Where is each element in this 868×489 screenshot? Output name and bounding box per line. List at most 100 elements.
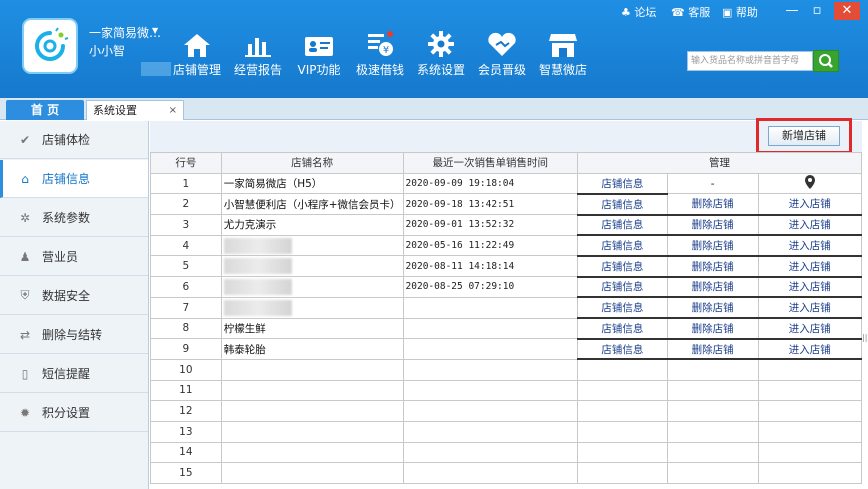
close-window-button[interactable]: ✕ xyxy=(834,2,860,20)
empty-cell xyxy=(402,358,579,381)
enter-store-link[interactable]: 进入店铺 xyxy=(757,276,863,299)
nav-shop-management[interactable]: 店铺管理 xyxy=(172,26,222,82)
table-row[interactable]: 7 店铺信息 删除店铺 进入店铺 xyxy=(150,296,863,319)
store-info-link[interactable]: 店铺信息 xyxy=(577,234,668,257)
sidebar-item-store-info[interactable]: ⌂ 店铺信息 xyxy=(0,160,148,198)
nav-label: 极速借钱 xyxy=(355,63,404,77)
table-row[interactable]: 6 2020-08-25 07:29:10 店铺信息 删除店铺 进入店铺 xyxy=(150,276,863,299)
row-number: 8 xyxy=(150,317,222,340)
shield-icon: ⛨ xyxy=(20,288,30,302)
nav-business-report[interactable]: 经营报告 xyxy=(233,26,283,82)
scrollbar-grip[interactable]: ||| xyxy=(862,333,868,345)
store-info-link[interactable]: 店铺信息 xyxy=(577,317,668,340)
sidebar-item-system-params[interactable]: ✲ 系统参数 xyxy=(0,199,148,237)
row-number: 15 xyxy=(150,462,222,484)
sidebar-item-points-settings[interactable]: ✹ 积分设置 xyxy=(0,394,148,432)
delete-store-link[interactable]: 删除店铺 xyxy=(666,193,759,216)
empty-cell xyxy=(757,441,863,464)
delete-store-link[interactable]: 删除店铺 xyxy=(666,255,759,278)
tab-system-settings[interactable]: 系统设置 × xyxy=(86,100,184,120)
nav-smart-store[interactable]: 智慧微店 xyxy=(537,26,589,82)
phone-icon: ▯ xyxy=(21,366,29,381)
sidebar-item-sms-reminder[interactable]: ▯ 短信提醒 xyxy=(0,355,148,393)
empty-cell xyxy=(220,462,404,484)
store-info-link[interactable]: 店铺信息 xyxy=(577,296,668,319)
delete-store-link[interactable]: 删除店铺 xyxy=(666,276,759,299)
table-row[interactable]: 9 韩泰轮胎 店铺信息 删除店铺 进入店铺 xyxy=(150,338,863,361)
enter-store-link[interactable]: 进入店铺 xyxy=(757,234,863,257)
help-link[interactable]: ▣ 帮助 xyxy=(722,4,758,20)
blur-mask xyxy=(223,258,292,275)
enter-store-link[interactable]: 进入店铺 xyxy=(757,193,863,216)
enter-store-link[interactable]: 进入店铺 xyxy=(757,214,863,237)
tab-close-icon[interactable]: × xyxy=(169,101,177,121)
sidebar-item-store-check[interactable]: ✔ 店铺体检 xyxy=(0,121,148,159)
enter-store-link[interactable]: 进入店铺 xyxy=(757,255,863,278)
sidebar-item-data-security[interactable]: ⛨ 数据安全 xyxy=(0,277,148,315)
table-row-empty: 14 xyxy=(150,441,863,464)
delete-store-link[interactable]: 删除店铺 xyxy=(666,317,759,340)
table-row[interactable]: 2 小智慧便利店（小程序+微信会员卡） 2020-09-18 13:42:51 店铺信… xyxy=(150,193,863,216)
minimize-button[interactable]: — xyxy=(781,2,803,20)
table-row-empty: 10 xyxy=(150,358,863,381)
empty-cell xyxy=(402,379,579,402)
store-info-link[interactable]: 店铺信息 xyxy=(577,338,668,361)
store-name: 一家简易微店（H5） xyxy=(220,172,404,195)
bar-chart-icon xyxy=(245,38,271,57)
store-name-blurred xyxy=(220,296,404,319)
forum-link[interactable]: ♣ 论坛 xyxy=(621,4,656,20)
store-name: 柠檬生鲜 xyxy=(220,317,404,340)
store-info-link[interactable]: 店铺信息 xyxy=(577,276,668,299)
table-row[interactable]: 8 柠檬生鲜 店铺信息 删除店铺 进入店铺 xyxy=(150,317,863,340)
empty-cell xyxy=(666,358,759,381)
store-info-link[interactable]: 店铺信息 xyxy=(577,255,668,278)
table-row-empty: 13 xyxy=(150,420,863,443)
delete-store-link[interactable]: 删除店铺 xyxy=(666,214,759,237)
store-info-link[interactable]: 店铺信息 xyxy=(577,214,668,237)
service-link[interactable]: ☎ 客服 xyxy=(671,4,710,20)
row-number: 13 xyxy=(150,420,222,443)
empty-cell xyxy=(666,462,759,484)
nav-member-upgrade[interactable]: 会员晋级 xyxy=(476,26,528,82)
nav-system-settings[interactable]: 系统设置 xyxy=(415,26,467,82)
last-sale-time xyxy=(402,296,579,319)
empty-cell xyxy=(666,400,759,422)
product-search-input[interactable] xyxy=(687,51,813,71)
delete-store-link[interactable]: 删除店铺 xyxy=(666,296,759,319)
current-store-marker xyxy=(757,172,863,195)
enter-store-link[interactable]: 进入店铺 xyxy=(757,296,863,319)
row-number: 3 xyxy=(150,214,222,236)
app-header: 一家简易微… ▼ 小小智 店铺管理 经营报告 VIP功能 ¥ 极速借钱 系统设置… xyxy=(0,0,868,98)
points-gear-icon: ✹ xyxy=(19,405,31,420)
enter-store-link[interactable]: 进入店铺 xyxy=(757,317,863,340)
table-row[interactable]: 4 2020-05-16 11:22:49 店铺信息 删除店铺 进入店铺 xyxy=(150,234,863,257)
svg-text:¥: ¥ xyxy=(383,45,389,56)
add-store-button[interactable]: 新增店铺 xyxy=(768,126,840,146)
store-info-link[interactable]: 店铺信息 xyxy=(577,193,668,216)
shop-switch-arrow-icon[interactable]: ▼ xyxy=(152,26,158,35)
table-row[interactable]: 1 一家简易微店（H5） 2020-09-09 19:18:04 店铺信息 - xyxy=(150,172,863,195)
location-pin-icon xyxy=(804,175,815,190)
search-button[interactable] xyxy=(813,50,839,72)
tab-home[interactable]: 首 页 xyxy=(6,100,84,120)
store-name-blurred xyxy=(220,276,404,298)
enter-store-link[interactable]: 进入店铺 xyxy=(757,338,863,361)
store-info-link[interactable]: 店铺信息 xyxy=(577,172,668,195)
sidebar-item-salesperson[interactable]: ♟ 营业员 xyxy=(0,238,148,276)
nav-label: VIP功能 xyxy=(297,63,341,77)
maximize-button[interactable]: ▫ xyxy=(806,2,828,20)
forum-icon: ♣ xyxy=(621,6,631,19)
table-row[interactable]: 5 2020-08-11 14:18:14 店铺信息 删除店铺 进入店铺 xyxy=(150,255,863,278)
empty-cell xyxy=(577,420,668,443)
last-sale-time: 2020-09-09 19:18:04 xyxy=(402,172,579,195)
nav-vip[interactable]: VIP功能 xyxy=(296,26,342,82)
delete-store-link[interactable]: 删除店铺 xyxy=(666,338,759,361)
table-row[interactable]: 3 尤力克演示 2020-09-01 13:52:32 店铺信息 删除店铺 进入店铺 xyxy=(150,214,863,237)
shop-name[interactable]: 一家简易微… xyxy=(89,24,161,41)
delete-store-link[interactable]: 删除店铺 xyxy=(666,234,759,257)
nav-quick-loan[interactable]: ¥ 极速借钱 xyxy=(354,26,406,82)
sidebar-item-delete-transfer[interactable]: ⇄ 删除与结转 xyxy=(0,316,148,354)
help-icon: ▣ xyxy=(722,6,733,19)
store-table: 行号 店铺名称 最近一次销售单销售时间 管理 1 一家简易微店（H5） 2020-0… xyxy=(150,152,863,484)
empty-cell xyxy=(757,358,863,381)
